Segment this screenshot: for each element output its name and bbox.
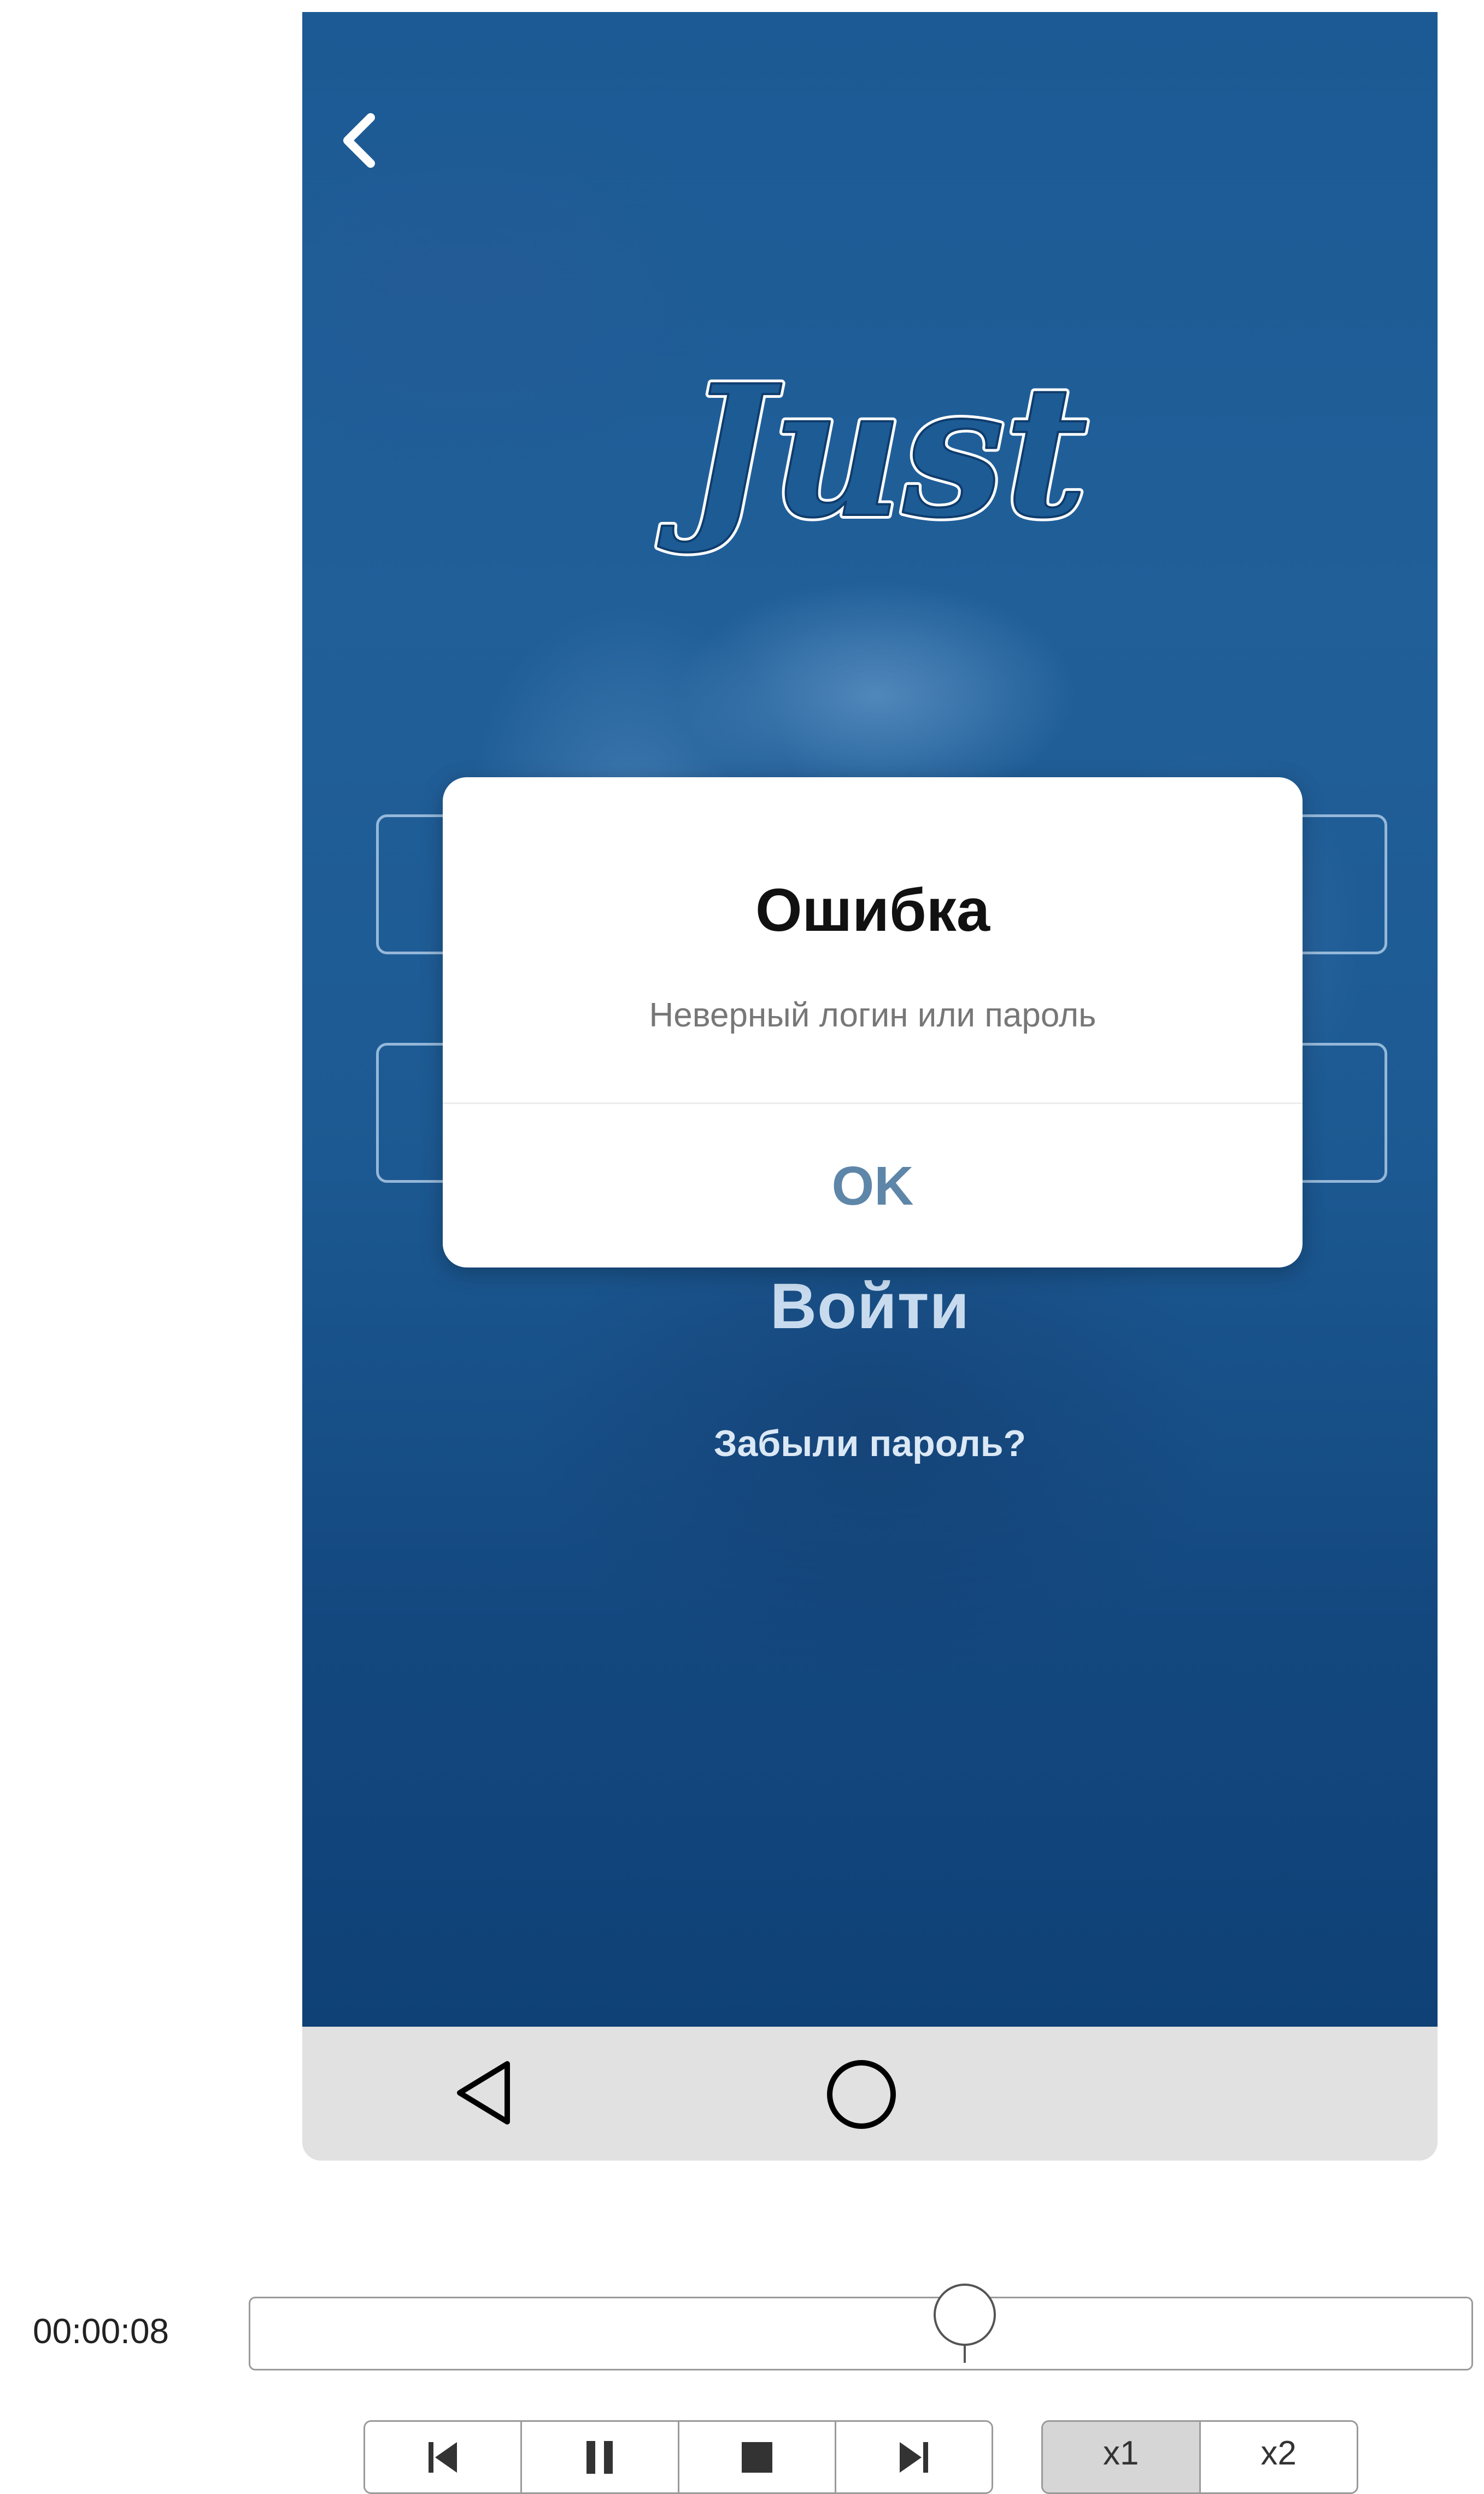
- skip-forward-button[interactable]: [836, 2422, 992, 2492]
- skip-back-button[interactable]: [365, 2422, 523, 2492]
- just-logo: Just Just: [652, 342, 1092, 561]
- android-nav-bar: [302, 2027, 1438, 2161]
- forgot-password-link[interactable]: Забыли пароль?: [302, 1422, 1438, 1465]
- pause-icon: [586, 2440, 613, 2474]
- stop-button[interactable]: [679, 2422, 836, 2492]
- pause-button[interactable]: [522, 2422, 679, 2492]
- back-chevron-icon[interactable]: [332, 108, 387, 173]
- dialog-message: Неверный логин или пароль: [649, 996, 1096, 1034]
- stop-icon: [741, 2442, 772, 2473]
- login-screen: Just Just Войти Забыли пароль? Ошибка Не…: [302, 12, 1438, 2027]
- transport-controls: [363, 2420, 993, 2494]
- slider-thumb[interactable]: [931, 2282, 999, 2364]
- nav-back-icon[interactable]: [450, 2057, 521, 2128]
- ok-button[interactable]: OK: [443, 1105, 1303, 1267]
- speed-x2-button[interactable]: x2: [1201, 2422, 1357, 2492]
- phone-frame: Just Just Войти Забыли пароль? Ошибка Не…: [302, 12, 1438, 2161]
- error-dialog: Ошибка Неверный логин или пароль OK: [443, 777, 1303, 1267]
- skip-back-icon: [429, 2442, 457, 2473]
- playback-time: 00:00:08: [33, 2311, 169, 2351]
- dialog-divider: [443, 1102, 1303, 1104]
- svg-text:Just: Just: [655, 345, 1088, 558]
- speed-controls: x1 x2: [1041, 2420, 1358, 2494]
- dialog-title: Ошибка: [755, 877, 990, 944]
- nav-home-icon[interactable]: [824, 2057, 899, 2132]
- login-button[interactable]: Войти: [302, 1269, 1438, 1343]
- skip-forward-icon: [899, 2442, 928, 2473]
- speed-x1-button[interactable]: x1: [1043, 2422, 1201, 2492]
- progress-slider[interactable]: [249, 2297, 1473, 2370]
